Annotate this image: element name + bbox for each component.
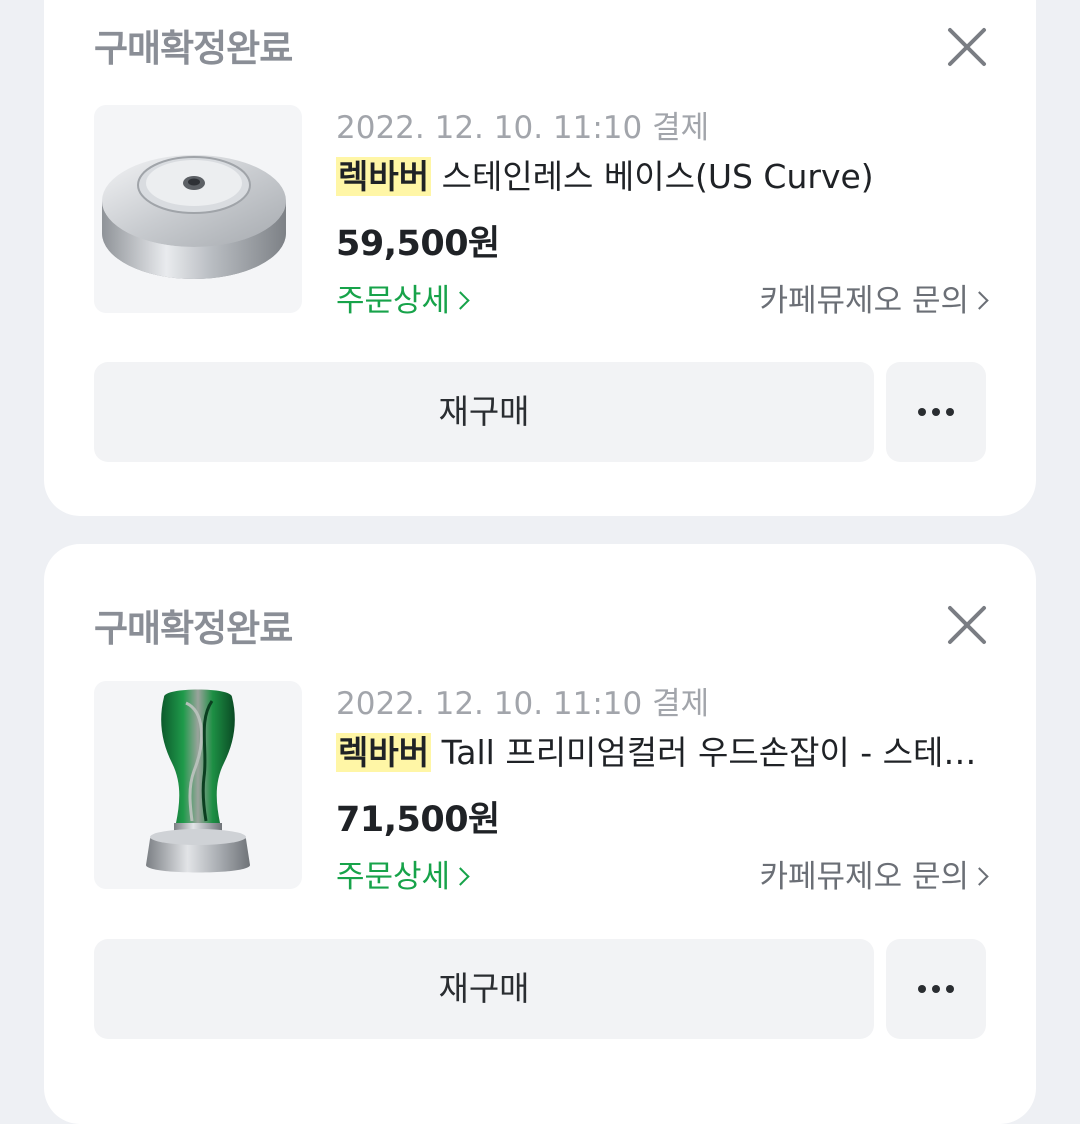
order-detail-link[interactable]: 주문상세 bbox=[336, 275, 470, 320]
green-tamper-icon bbox=[146, 689, 250, 873]
chevron-right-icon bbox=[451, 867, 470, 886]
product-price: 71,500원 bbox=[336, 800, 500, 840]
product-price: 59,500원 bbox=[336, 224, 500, 264]
brand-name: 렉바버 bbox=[336, 157, 432, 196]
shop-inquiry-label: 카페뮤제오 문의 bbox=[759, 859, 970, 895]
more-dots-icon bbox=[918, 408, 926, 416]
order-detail-label: 주문상세 bbox=[336, 859, 451, 895]
rebuy-button[interactable]: 재구매 bbox=[94, 362, 874, 462]
product-thumbnail[interactable] bbox=[94, 105, 302, 313]
close-icon[interactable] bbox=[942, 600, 992, 650]
chevron-right-icon bbox=[970, 291, 989, 310]
close-icon[interactable] bbox=[942, 22, 992, 72]
product-thumbnail[interactable] bbox=[94, 681, 302, 889]
product-title[interactable]: 렉바버 Tall 프리미엄컬러 우드손잡이 - 스테인레스 베이스 bbox=[336, 730, 988, 776]
shop-inquiry-link[interactable]: 카페뮤제오 문의 bbox=[759, 275, 989, 320]
chevron-right-icon bbox=[451, 291, 470, 310]
more-options-button[interactable] bbox=[886, 362, 986, 462]
order-card: 구매확정완료 bbox=[44, 544, 1036, 1124]
stainless-base-icon bbox=[102, 155, 286, 279]
shop-inquiry-label: 카페뮤제오 문의 bbox=[759, 283, 970, 319]
product-name: Tall 프리미엄컬러 우드손잡이 - 스테인레스 베이스 bbox=[441, 733, 988, 772]
payment-date: 2022. 12. 10. 11:10 결제 bbox=[336, 686, 710, 722]
order-card: 구매확정완료 bbox=[44, 0, 1036, 516]
rebuy-button[interactable]: 재구매 bbox=[94, 939, 874, 1039]
brand-name: 렉바버 bbox=[336, 733, 432, 772]
more-dots-icon bbox=[918, 985, 926, 993]
chevron-right-icon bbox=[970, 867, 989, 886]
order-status: 구매확정완료 bbox=[94, 607, 293, 650]
product-title[interactable]: 렉바버 스테인레스 베이스(US Curve) bbox=[336, 154, 988, 200]
order-detail-label: 주문상세 bbox=[336, 283, 451, 319]
more-options-button[interactable] bbox=[886, 939, 986, 1039]
order-detail-link[interactable]: 주문상세 bbox=[336, 851, 470, 896]
payment-date: 2022. 12. 10. 11:10 결제 bbox=[336, 110, 710, 146]
shop-inquiry-link[interactable]: 카페뮤제오 문의 bbox=[759, 851, 989, 896]
order-status: 구매확정완료 bbox=[94, 27, 293, 70]
product-name: 스테인레스 베이스(US Curve) bbox=[441, 157, 874, 196]
